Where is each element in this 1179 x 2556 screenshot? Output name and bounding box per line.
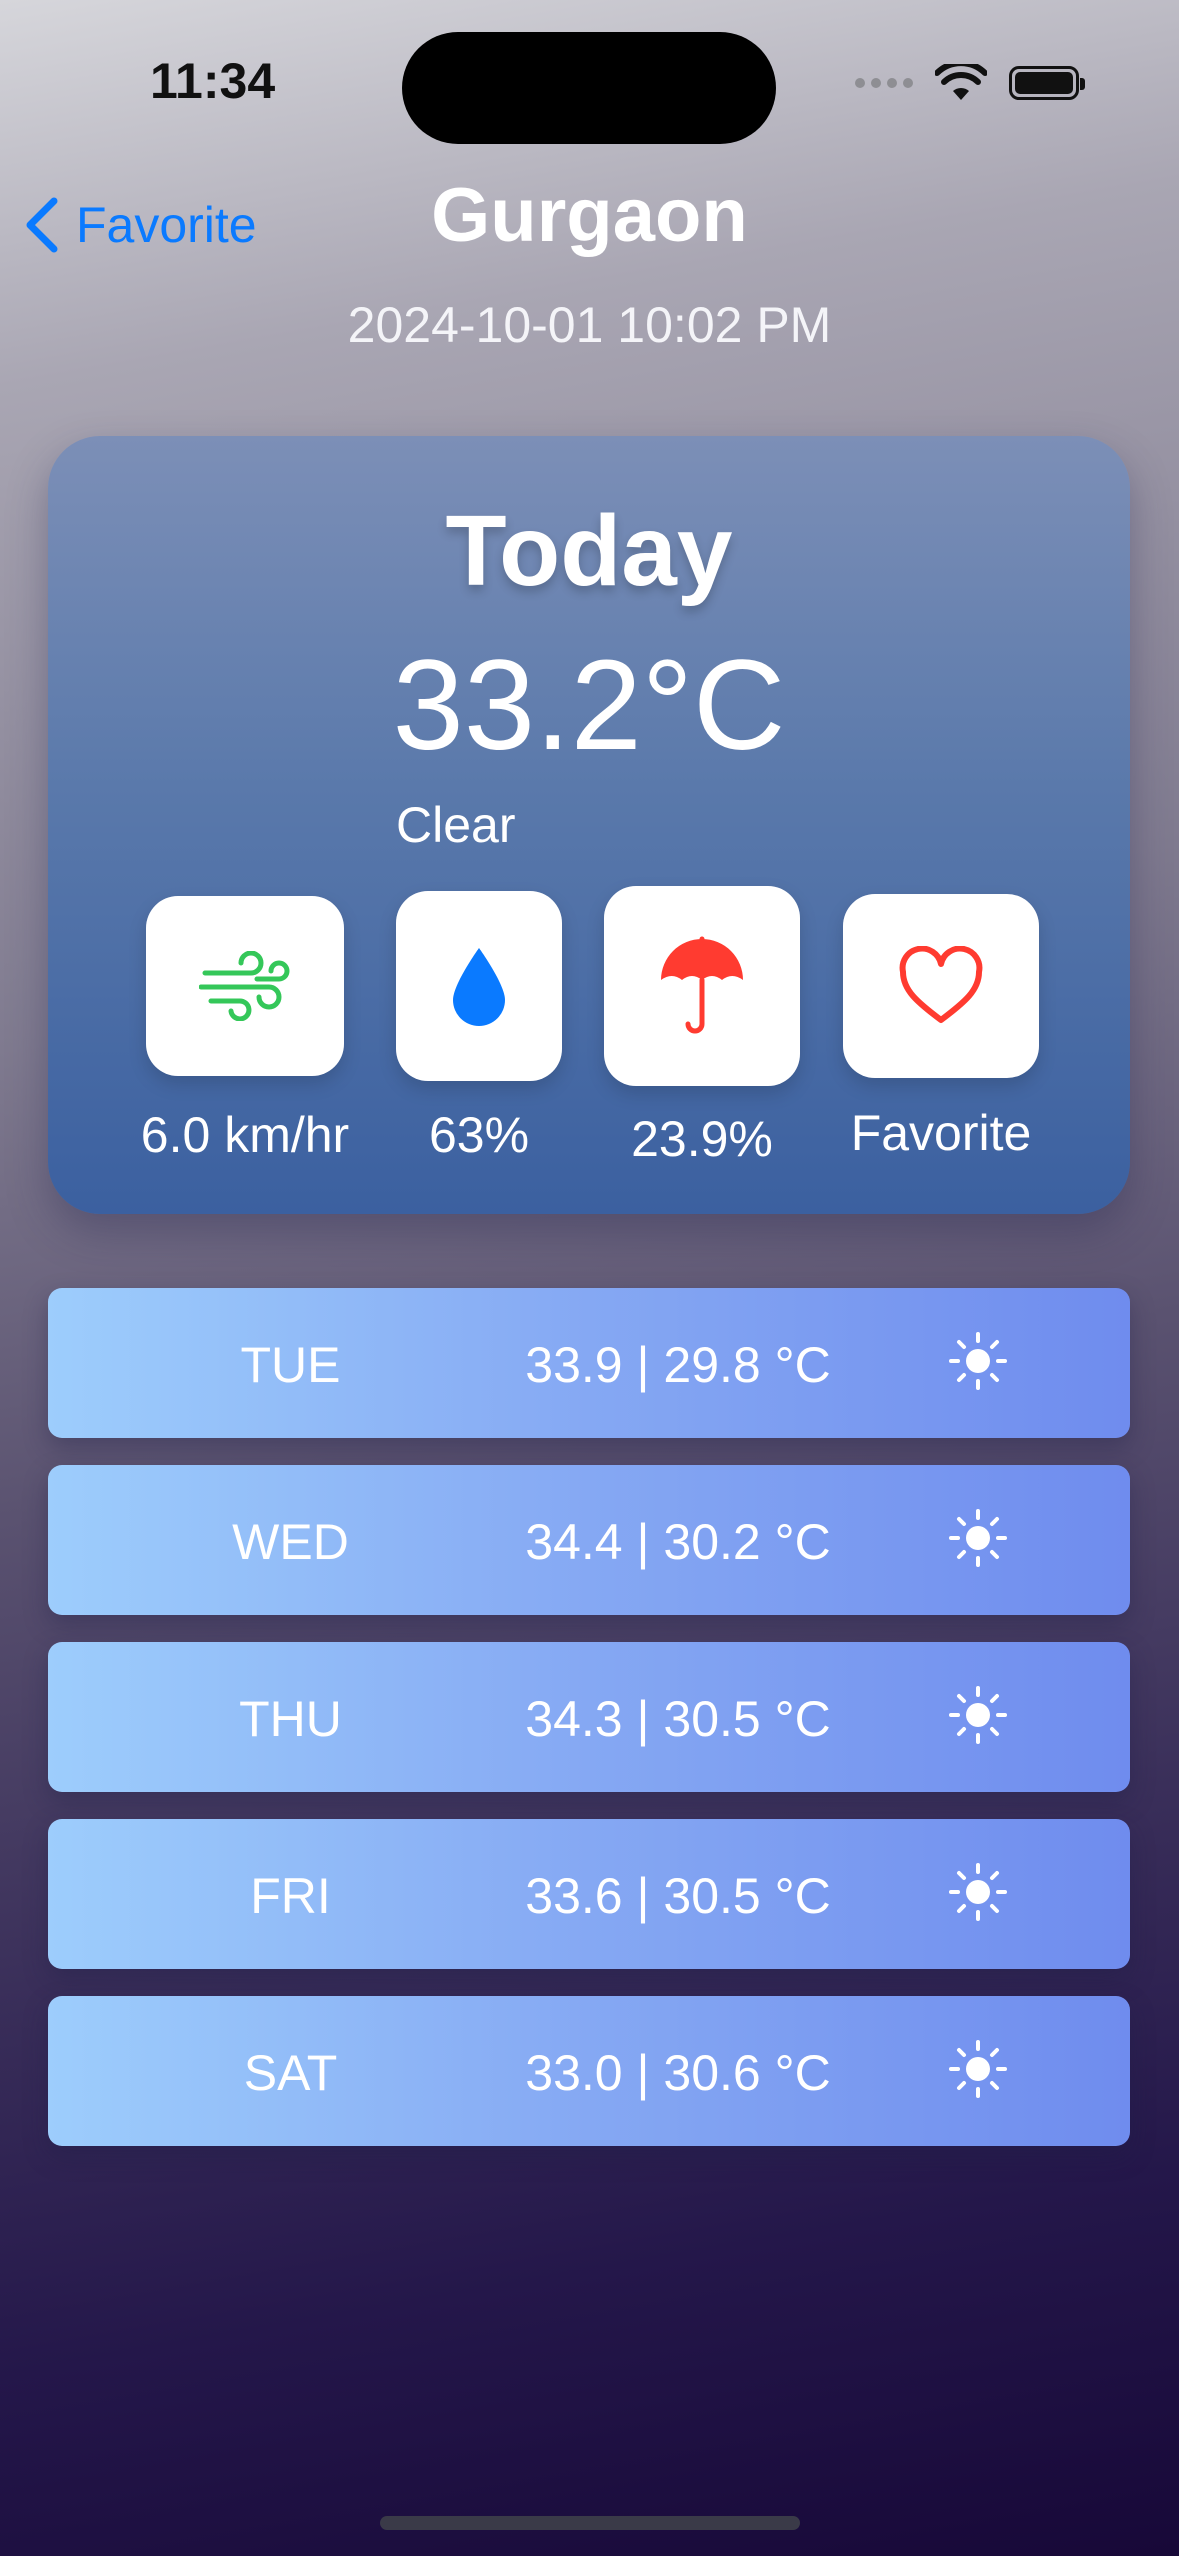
today-card: Today 33.2°C Clear 6.0 km/hr 63% 23.9% F…: [48, 436, 1130, 1214]
forecast-temp-range: 33.9 | 29.8 °C: [525, 1337, 831, 1393]
forecast-day: WED: [232, 1514, 349, 1570]
humidity-value: 63%: [428, 1107, 530, 1163]
sun-icon: [949, 1686, 1007, 1744]
wind-icon: [199, 951, 290, 1021]
forecast-row[interactable]: THU 34.3 | 30.5 °C: [48, 1642, 1130, 1792]
forecast-temp-range: 34.3 | 30.5 °C: [525, 1691, 831, 1747]
heart-icon: [899, 946, 983, 1023]
forecast-temp-range: 33.6 | 30.5 °C: [525, 1868, 831, 1924]
forecast-row[interactable]: SAT 33.0 | 30.6 °C: [48, 1996, 1130, 2146]
precipitation-value: 23.9%: [631, 1111, 773, 1167]
sun-icon: [949, 1332, 1007, 1390]
sun-icon: [949, 1863, 1007, 1921]
precipitation-tile: [604, 886, 800, 1086]
forecast-day: SAT: [243, 2045, 338, 2101]
wind-tile: [146, 896, 344, 1076]
status-icons: [855, 64, 1085, 102]
forecast-row[interactable]: FRI 33.6 | 30.5 °C: [48, 1819, 1130, 1969]
forecast-temp-range: 33.0 | 30.6 °C: [525, 2045, 831, 2101]
weather-condition: Clear: [396, 797, 516, 853]
humidity-tile: [396, 891, 562, 1081]
battery-icon: [1009, 66, 1085, 100]
forecast-row[interactable]: WED 34.4 | 30.2 °C: [48, 1465, 1130, 1615]
water-drop-icon: [453, 948, 505, 1026]
today-title: Today: [445, 495, 733, 607]
current-temperature: 33.2°C: [392, 634, 786, 777]
forecast-day: THU: [239, 1691, 342, 1747]
wind-speed: 6.0 km/hr: [140, 1107, 350, 1163]
status-time: 11:34: [150, 53, 276, 109]
datetime-label: 2024-10-01 10:02 PM: [347, 297, 832, 353]
cellular-signal-icon: [855, 78, 913, 88]
forecast-row[interactable]: TUE 33.9 | 29.8 °C: [48, 1288, 1130, 1438]
favorite-button[interactable]: [843, 894, 1039, 1078]
page-title: Gurgaon: [431, 173, 748, 258]
forecast-day: FRI: [250, 1868, 331, 1924]
sun-icon: [949, 2040, 1007, 2098]
umbrella-icon: [661, 936, 743, 1034]
favorite-label: Favorite: [850, 1105, 1032, 1161]
dynamic-island: [402, 32, 776, 144]
forecast-day: TUE: [240, 1337, 341, 1393]
forecast-temp-range: 34.4 | 30.2 °C: [525, 1514, 831, 1570]
wifi-icon: [935, 64, 987, 100]
home-indicator[interactable]: [380, 2516, 800, 2530]
sun-icon: [949, 1509, 1007, 1567]
